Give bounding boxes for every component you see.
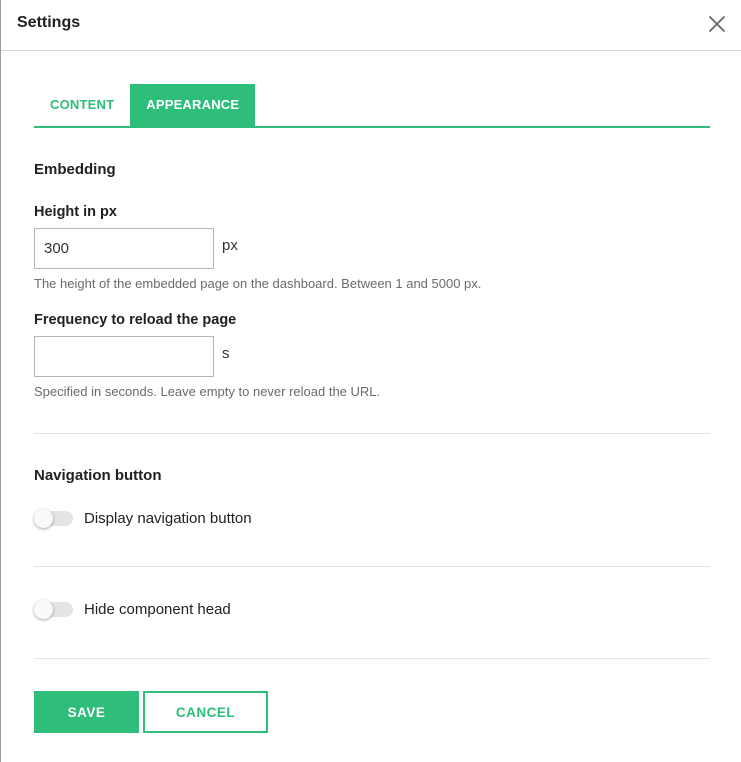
reload-frequency-unit: s bbox=[222, 345, 230, 362]
height-input[interactable] bbox=[34, 228, 214, 269]
hide-component-head-label: Hide component head bbox=[84, 600, 231, 618]
tab-bar: CONTENT APPEARANCE bbox=[34, 84, 710, 128]
height-unit: px bbox=[222, 237, 238, 254]
hide-component-head-toggle[interactable] bbox=[34, 600, 74, 619]
settings-dialog: Settings CONTENT APPEARANCE Embedding He… bbox=[0, 0, 741, 762]
divider bbox=[34, 433, 710, 434]
dialog-header: Settings bbox=[1, 0, 741, 51]
dialog-title: Settings bbox=[17, 14, 81, 31]
cancel-button[interactable]: CANCEL bbox=[143, 691, 268, 733]
save-button[interactable]: SAVE bbox=[34, 691, 139, 733]
tab-appearance[interactable]: APPEARANCE bbox=[130, 84, 256, 126]
reload-frequency-input[interactable] bbox=[34, 336, 214, 377]
display-navigation-row: Display navigation button bbox=[34, 507, 252, 529]
reload-frequency-label: Frequency to reload the page bbox=[34, 312, 237, 328]
height-label: Height in px bbox=[34, 204, 117, 220]
tab-content[interactable]: CONTENT bbox=[34, 84, 130, 126]
display-navigation-toggle[interactable] bbox=[34, 509, 74, 528]
divider bbox=[34, 658, 710, 659]
divider bbox=[34, 566, 710, 567]
toggle-knob bbox=[34, 600, 53, 619]
close-icon[interactable] bbox=[705, 12, 729, 36]
navigation-section-title: Navigation button bbox=[34, 467, 162, 484]
display-navigation-label: Display navigation button bbox=[84, 509, 252, 527]
hide-component-head-row: Hide component head bbox=[34, 598, 231, 620]
embedding-section-title: Embedding bbox=[34, 161, 116, 178]
toggle-knob bbox=[34, 509, 53, 528]
reload-help-text: Specified in seconds. Leave empty to nev… bbox=[34, 384, 381, 399]
height-help-text: The height of the embedded page on the d… bbox=[34, 276, 482, 291]
